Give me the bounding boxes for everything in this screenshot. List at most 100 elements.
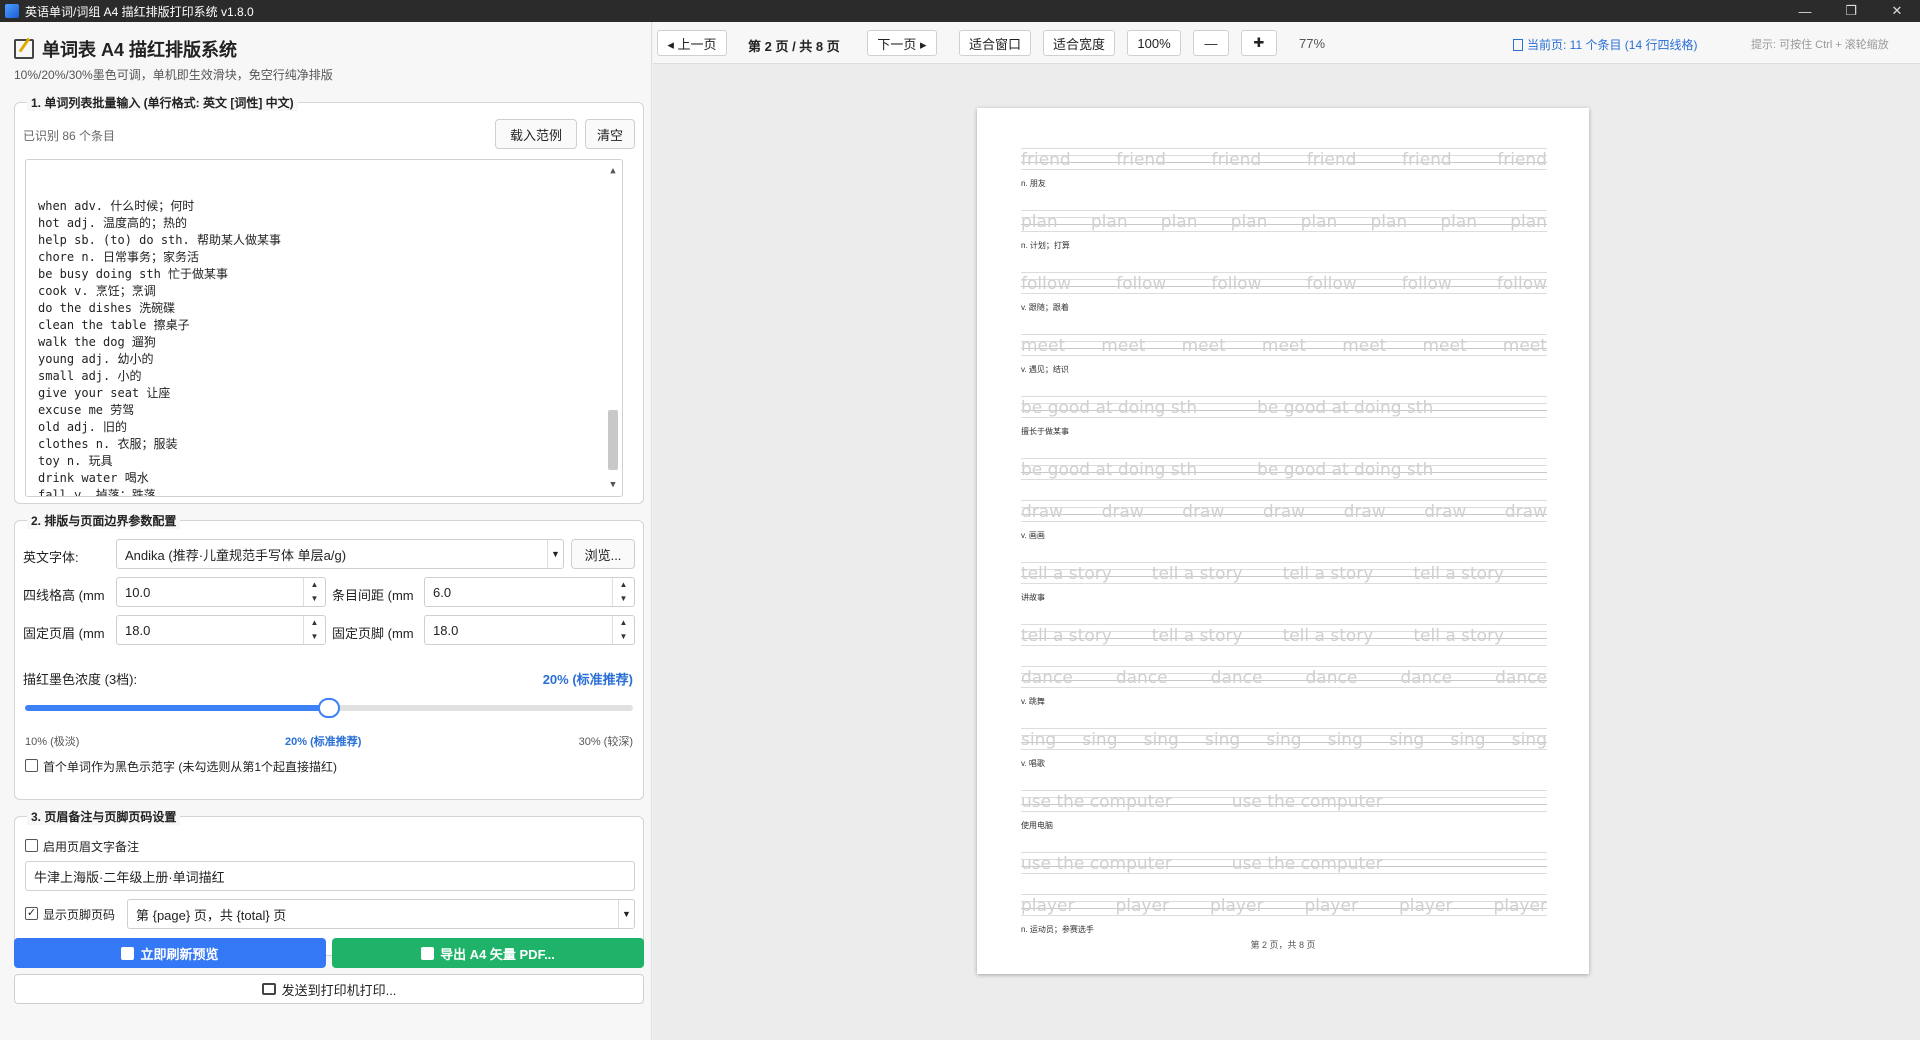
header-footer-group: 3. 页眉备注与页脚页码设置 启用页眉文字备注 牛津上海版·二年级上册·单词描红… (14, 808, 644, 956)
section-title: 2. 排版与页面边界参数配置 (27, 512, 181, 529)
printer-icon (261, 983, 276, 995)
spin-up-icon[interactable]: ▲ (304, 578, 325, 592)
trace-meaning: 讲故事 (1021, 593, 1045, 602)
word-line: young adj. 幼小的 (38, 352, 154, 366)
trace-word: plan (1510, 212, 1547, 232)
footer-margin-spinbox[interactable]: 18.0 ▲ ▼ (424, 615, 635, 645)
minimize-button[interactable]: — (1782, 0, 1828, 22)
trace-word: sing (1205, 730, 1241, 750)
trace-word: player (1399, 896, 1453, 916)
font-label: 英文字体: (23, 550, 79, 565)
spin-down-icon[interactable]: ▼ (304, 630, 325, 644)
refresh-preview-button[interactable]: 立即刷新预览 (14, 938, 326, 968)
notepad-icon (14, 39, 34, 59)
trace-word: sing (1266, 730, 1302, 750)
header-note-input[interactable]: 牛津上海版·二年级上册·单词描红 (25, 861, 635, 891)
trace-word: meet (1261, 336, 1307, 356)
spin-up-icon[interactable]: ▲ (613, 616, 634, 630)
trace-meaning: v. 画画 (1021, 531, 1045, 540)
trace-word: sing (1511, 730, 1547, 750)
section-title: 3. 页眉备注与页脚页码设置 (27, 808, 181, 825)
export-label: 导出 A4 矢量 PDF... (440, 946, 555, 962)
scroll-down-icon[interactable]: ▼ (606, 478, 620, 492)
layout-settings-group: 2. 排版与页面边界参数配置 英文字体: Andika (推荐·儿童规范手写体 … (14, 512, 644, 800)
spin-down-icon[interactable]: ▼ (613, 592, 634, 606)
trace-meaning: n. 朋友 (1021, 179, 1046, 188)
textarea-scrollbar[interactable]: ▲ ▼ (606, 164, 620, 492)
spin-buttons[interactable]: ▲ ▼ (303, 578, 325, 606)
spin-up-icon[interactable]: ▲ (304, 616, 325, 630)
trace-words: be good at doing sth be good at doing sth (1021, 460, 1547, 480)
scroll-up-icon[interactable]: ▲ (606, 164, 620, 178)
zoom-100-button[interactable]: 100% (1127, 30, 1181, 56)
browse-button[interactable]: 浏览... (571, 539, 635, 569)
header-note-checkbox[interactable] (25, 839, 38, 852)
spin-buttons[interactable]: ▲ ▼ (612, 578, 634, 606)
slider-fill (25, 705, 329, 711)
fit-window-button[interactable]: 适合窗口 (959, 30, 1031, 56)
restore-button[interactable]: ❐ (1828, 0, 1874, 22)
trace-word: dance (1210, 668, 1263, 688)
ink-density-current: 20% (标准推荐) (542, 672, 633, 687)
trace-word: draw (1424, 502, 1467, 522)
trace-word: tell a story (1021, 626, 1112, 646)
zoom-in-button[interactable]: ✚ (1241, 30, 1277, 56)
trace-word: friend (1306, 150, 1357, 170)
fit-width-button[interactable]: 适合宽度 (1043, 30, 1115, 56)
word-line: do the dishes 洗碗碟 (38, 301, 176, 315)
trace-word: draw (1101, 502, 1144, 522)
trace-word: plan (1230, 212, 1268, 232)
trace-meaning: v. 跳舞 (1021, 697, 1045, 706)
trace-meaning: v. 遇见；结识 (1021, 365, 1069, 374)
page-indicator: 第 2 页 / 共 8 页 (748, 39, 840, 54)
trace-word: draw (1021, 502, 1064, 522)
slider-handle[interactable] (318, 698, 340, 718)
clear-button[interactable]: 清空 (585, 119, 635, 149)
word-line: clean the table 擦桌子 (38, 318, 190, 332)
a4-page-preview: friend friend friend friend friend friend n. 朋… (977, 108, 1589, 974)
zoom-out-button[interactable]: — (1193, 30, 1229, 56)
next-page-button[interactable]: 下一页 ▸ (867, 30, 937, 56)
show-page-checkbox[interactable]: ✓ (25, 907, 38, 920)
trace-word: player (1210, 896, 1264, 916)
trace-word: plan (1300, 212, 1338, 232)
close-button[interactable]: ✕ (1874, 0, 1920, 22)
trace-word: follow (1306, 274, 1357, 294)
trace-meaning: n. 运动员；参赛选手 (1021, 925, 1094, 934)
spin-buttons[interactable]: ▲ ▼ (612, 616, 634, 644)
print-button[interactable]: 发送到打印机打印... (14, 974, 644, 1004)
trace-word: follow (1021, 274, 1072, 294)
prev-page-button[interactable]: ◂ 上一页 (657, 30, 727, 56)
chevron-down-icon: ▼ (618, 900, 634, 928)
trace-word: meet (1021, 336, 1066, 356)
line-height-spinbox[interactable]: 10.0 ▲ ▼ (116, 577, 326, 607)
first-black-checkbox[interactable] (25, 759, 38, 772)
trace-words: use the computer use the computer (1021, 792, 1547, 812)
trace-words: tell a story tell a story tell a story tell… (1021, 626, 1547, 646)
spin-up-icon[interactable]: ▲ (613, 578, 634, 592)
page-format-value: 第 {page} 页，共 {total} 页 (136, 907, 287, 923)
font-select[interactable]: Andika (推荐·儿童规范手写体 单层a/g) ▼ (116, 539, 564, 569)
page-format-select[interactable]: 第 {page} 页，共 {total} 页 ▼ (127, 899, 635, 929)
spin-down-icon[interactable]: ▼ (613, 630, 634, 644)
zoom-level: 77% (1299, 36, 1326, 51)
header-margin-value: 18.0 (125, 622, 151, 638)
document-icon (421, 946, 435, 960)
trace-word: plan (1090, 212, 1128, 232)
export-pdf-button[interactable]: 导出 A4 矢量 PDF... (332, 938, 644, 968)
gap-spinbox[interactable]: 6.0 ▲ ▼ (424, 577, 635, 607)
trace-words: plan plan plan plan plan plan plan plan (1021, 212, 1547, 232)
header-margin-spinbox[interactable]: 18.0 ▲ ▼ (116, 615, 326, 645)
word-list-textarea[interactable]: when adv. 什么时候；何时 hot adj. 温度高的；热的 help sb… (25, 159, 623, 497)
trace-word: meet (1342, 336, 1387, 356)
ink-density-slider[interactable] (25, 698, 633, 718)
scrollbar-thumb[interactable] (608, 410, 618, 470)
load-example-button[interactable]: 载入范例 (495, 119, 577, 149)
trace-word: follow (1496, 274, 1547, 294)
spin-buttons[interactable]: ▲ ▼ (303, 616, 325, 644)
trace-word: dance (1495, 668, 1547, 688)
trace-word: follow (1116, 274, 1167, 294)
trace-word: plan (1160, 212, 1198, 232)
app-header: 单词表 A4 描红排版系统 (14, 36, 237, 62)
spin-down-icon[interactable]: ▼ (304, 592, 325, 606)
